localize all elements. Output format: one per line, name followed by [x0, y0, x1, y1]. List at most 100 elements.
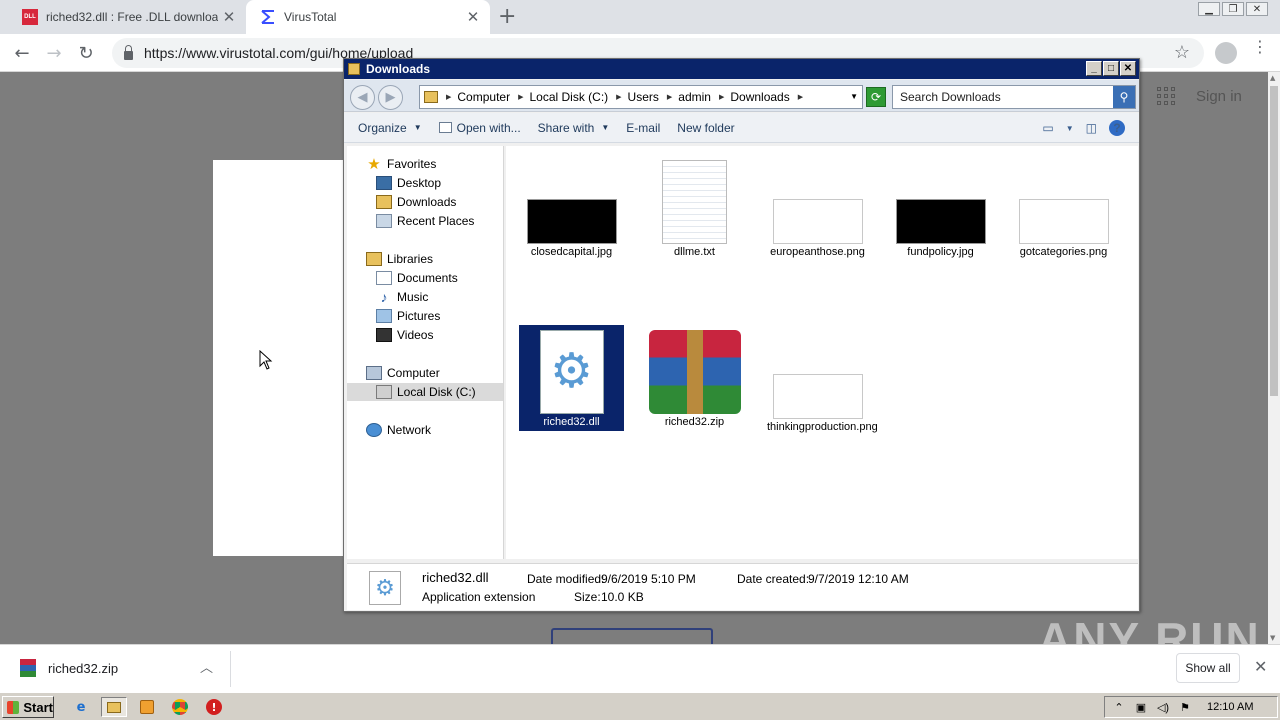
nav-item-libraries[interactable]: Libraries [366, 250, 433, 268]
internet-explorer-icon[interactable]: e [70, 697, 92, 717]
folder-icon [424, 91, 438, 103]
restore-button[interactable]: ❐ [1222, 2, 1244, 16]
back-arrow-icon[interactable]: ◀ [350, 85, 375, 110]
winrar-archive-icon [648, 330, 741, 414]
page-scrollbar[interactable]: ▲ ▼ [1268, 72, 1280, 644]
date-modified-value: 9/6/2019 5:10 PM [601, 572, 696, 586]
selected-file-name: riched32.dll [422, 570, 489, 585]
breadcrumb-computer[interactable]: Computer [457, 90, 510, 104]
apps-grid-icon[interactable] [1157, 87, 1175, 105]
clock[interactable]: 12:10 AM [1207, 701, 1253, 713]
file-item[interactable]: europeanthose.png [765, 159, 870, 261]
change-view-icon[interactable]: ▭ [1042, 121, 1053, 135]
file-item[interactable]: gotcategories.png [1011, 159, 1116, 261]
minimize-button[interactable]: _ [1086, 61, 1102, 76]
explorer-title-bar[interactable]: Downloads _ □ ✕ [344, 59, 1139, 79]
chevron-down-icon[interactable]: ▼ [850, 92, 858, 101]
action-center-flag-icon[interactable]: ⚑ [1177, 701, 1193, 714]
nav-label: Favorites [387, 157, 437, 171]
chevron-down-icon[interactable]: ▼ [1066, 124, 1074, 133]
refresh-icon[interactable]: ⟳ [866, 87, 886, 107]
preview-pane-icon[interactable]: ◫ [1086, 121, 1097, 135]
chevron-up-icon[interactable]: ︿ [200, 657, 213, 676]
search-input[interactable]: Search Downloads ⚲ [892, 85, 1136, 109]
scroll-up-icon[interactable]: ▲ [1270, 74, 1275, 82]
forward-arrow-icon[interactable]: → [40, 40, 68, 66]
file-item[interactable]: dllme.txt [642, 159, 747, 261]
close-icon[interactable]: ✕ [1254, 657, 1267, 676]
nav-label: Videos [397, 328, 434, 342]
help-icon[interactable]: ? [1109, 120, 1125, 136]
new-folder-button[interactable]: New folder [677, 121, 734, 135]
nav-item-pictures[interactable]: Pictures [376, 307, 440, 325]
stop-sign-icon[interactable]: ! [203, 697, 225, 717]
reload-icon[interactable]: ↻ [72, 40, 100, 66]
volume-icon[interactable]: ◁) [1155, 701, 1171, 714]
close-window-button[interactable]: ✕ [1246, 2, 1268, 16]
file-item[interactable]: fundpolicy.jpg [888, 159, 993, 261]
scroll-down-icon[interactable]: ▼ [1270, 634, 1275, 642]
chevron-right-icon[interactable]: ▶ [446, 93, 451, 101]
breadcrumb-admin[interactable]: admin [678, 90, 711, 104]
show-all-button[interactable]: Show all [1176, 653, 1240, 683]
nav-item-network[interactable]: Network [366, 421, 431, 439]
breadcrumb-users[interactable]: Users [628, 90, 659, 104]
chevron-right-icon[interactable]: ▶ [518, 93, 523, 101]
tab-riched32-dll[interactable]: DLL riched32.dll : Free .DLL download. -… [8, 0, 246, 34]
chrome-icon[interactable] [169, 697, 191, 717]
nav-item-favorites[interactable]: ★ Favorites [366, 155, 436, 173]
sign-in-link[interactable]: Sign in [1196, 88, 1242, 105]
chrome-menu-icon[interactable]: ⋮ [1252, 39, 1268, 55]
share-with-button[interactable]: Share with ▼ [538, 121, 610, 135]
nav-label: Desktop [397, 176, 442, 190]
minimize-button[interactable]: ▁ [1198, 2, 1220, 16]
search-icon[interactable]: ⚲ [1113, 86, 1135, 108]
organize-button[interactable]: Organize ▼ [358, 121, 422, 135]
nav-item-music[interactable]: ♪ Music [376, 288, 429, 306]
file-explorer-icon[interactable] [101, 697, 127, 717]
file-item[interactable]: riched32.zip [642, 325, 747, 431]
file-item[interactable]: closedcapital.jpg [519, 159, 624, 261]
close-tab-icon[interactable]: ✕ [218, 8, 240, 26]
download-item-name[interactable]: riched32.zip [48, 661, 118, 676]
profile-avatar[interactable] [1215, 42, 1237, 64]
nav-item-local-disk[interactable]: Local Disk (C:) [347, 383, 503, 401]
chevron-right-icon[interactable]: ▶ [616, 93, 621, 101]
new-folder-label: New folder [677, 120, 735, 135]
nav-item-downloads[interactable]: Downloads [376, 193, 456, 211]
back-arrow-icon[interactable]: ← [8, 40, 36, 66]
email-button[interactable]: E-mail [626, 121, 660, 135]
media-player-icon[interactable] [136, 697, 158, 717]
breadcrumb[interactable]: ▶ Computer ▶ Local Disk (C:) ▶ Users ▶ a… [419, 85, 863, 109]
maximize-button[interactable]: □ [1103, 61, 1119, 76]
breadcrumb-local-disk[interactable]: Local Disk (C:) [529, 90, 608, 104]
file-item[interactable]: thinkingproduction.png [765, 334, 878, 436]
scrollbar-thumb[interactable] [1270, 86, 1278, 396]
file-name: thinkingproduction.png [767, 421, 878, 433]
close-button[interactable]: ✕ [1120, 61, 1136, 76]
network-tray-icon[interactable]: ▣ [1133, 701, 1149, 714]
nav-item-computer[interactable]: Computer [366, 364, 440, 382]
new-tab-button[interactable]: + [498, 4, 516, 29]
nav-label: Documents [397, 271, 458, 285]
choose-file-button[interactable] [551, 628, 713, 644]
bookmark-star-icon[interactable]: ☆ [1174, 42, 1190, 63]
open-with-button[interactable]: Open with... [438, 121, 521, 135]
close-tab-icon[interactable]: ✕ [462, 8, 484, 26]
image-thumbnail [772, 374, 863, 419]
file-item-selected[interactable]: ⚙ riched32.dll [519, 325, 624, 431]
chevron-right-icon[interactable]: ▶ [719, 93, 724, 101]
music-icon: ♪ [380, 289, 388, 305]
chevron-right-icon[interactable]: ▶ [798, 93, 803, 101]
forward-arrow-icon[interactable]: ▶ [378, 85, 403, 110]
tab-virustotal[interactable]: VirusTotal ✕ [246, 0, 490, 34]
breadcrumb-downloads[interactable]: Downloads [730, 90, 789, 104]
navigation-pane: ★ Favorites Desktop Downloads Recent Plac… [347, 146, 504, 559]
chevron-right-icon[interactable]: ▶ [667, 93, 672, 101]
nav-item-videos[interactable]: Videos [376, 326, 433, 344]
nav-item-desktop[interactable]: Desktop [376, 174, 441, 192]
start-button[interactable]: Start [2, 696, 54, 718]
nav-item-recent-places[interactable]: Recent Places [376, 212, 474, 230]
nav-item-documents[interactable]: Documents [376, 269, 458, 287]
tray-expand-icon[interactable]: ⌃ [1111, 701, 1127, 714]
